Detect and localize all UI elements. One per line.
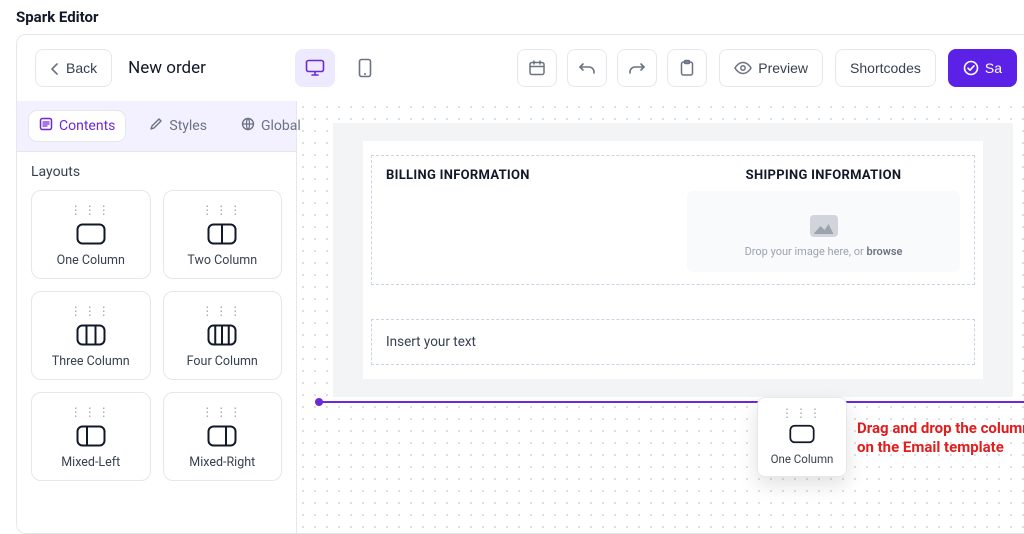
styles-icon bbox=[149, 117, 163, 135]
drop-indicator-line bbox=[317, 401, 1024, 403]
billing-column[interactable]: BILLING INFORMATION bbox=[372, 156, 673, 284]
preview-label: Preview bbox=[758, 60, 808, 76]
tab-styles[interactable]: Styles bbox=[139, 111, 217, 141]
tab-global-label: Global bbox=[261, 118, 301, 134]
editor-card: Back New order bbox=[16, 34, 1024, 534]
layout-label: Four Column bbox=[172, 354, 274, 369]
shortcodes-label: Shortcodes bbox=[850, 60, 921, 76]
calendar-icon bbox=[528, 59, 546, 77]
save-button[interactable]: Sa bbox=[948, 49, 1017, 87]
back-label: Back bbox=[66, 60, 97, 76]
sidebar-body: Layouts ⋮⋮⋮ One Column ⋮⋮⋮ bbox=[17, 152, 296, 533]
workspace: Contents Styles Global Layouts bbox=[17, 101, 1024, 533]
mobile-view-button[interactable] bbox=[345, 49, 385, 87]
device-switch bbox=[295, 49, 385, 87]
check-circle-icon bbox=[963, 60, 979, 76]
layout-mixed-right[interactable]: ⋮⋮⋮ Mixed-Right bbox=[163, 392, 283, 481]
shortcodes-button[interactable]: Shortcodes bbox=[835, 49, 936, 87]
layout-grid: ⋮⋮⋮ One Column ⋮⋮⋮ Two Column bbox=[31, 190, 282, 481]
grip-icon: ⋮⋮⋮ bbox=[172, 405, 274, 419]
clipboard-icon bbox=[679, 59, 695, 77]
desktop-icon bbox=[305, 59, 325, 77]
billing-heading: BILLING INFORMATION bbox=[386, 168, 659, 183]
preview-button[interactable]: Preview bbox=[719, 49, 823, 87]
sidebar: Contents Styles Global Layouts bbox=[17, 101, 297, 533]
redo-icon bbox=[628, 61, 646, 75]
layout-one-column[interactable]: ⋮⋮⋮ One Column bbox=[31, 190, 151, 279]
layout-label: Three Column bbox=[40, 354, 142, 369]
clipboard-button[interactable] bbox=[667, 49, 707, 87]
two-column-icon bbox=[207, 223, 237, 245]
layouts-heading: Layouts bbox=[31, 164, 282, 180]
image-drop-text: Drop your image here, or browse bbox=[697, 245, 950, 258]
image-dropzone[interactable]: Drop your image here, or browse bbox=[687, 191, 960, 272]
mobile-icon bbox=[358, 58, 372, 78]
image-placeholder-icon bbox=[810, 215, 838, 237]
tab-contents-label: Contents bbox=[59, 118, 115, 134]
redo-button[interactable] bbox=[617, 49, 657, 87]
email-template[interactable]: BILLING INFORMATION SHIPPING INFORMATION… bbox=[363, 141, 983, 379]
layout-label: One Column bbox=[40, 253, 142, 268]
drag-ghost-label: One Column bbox=[770, 452, 834, 466]
grip-icon: ⋮⋮⋮ bbox=[770, 406, 834, 420]
layout-four-column[interactable]: ⋮⋮⋮ Four Column bbox=[163, 291, 283, 380]
one-column-icon bbox=[789, 424, 815, 444]
mixed-left-icon bbox=[76, 425, 106, 447]
four-column-icon bbox=[207, 324, 237, 346]
canvas[interactable]: BILLING INFORMATION SHIPPING INFORMATION… bbox=[297, 101, 1024, 533]
toolbar: Back New order bbox=[17, 35, 1024, 101]
sidebar-tabs: Contents Styles Global bbox=[17, 101, 296, 152]
info-row[interactable]: BILLING INFORMATION SHIPPING INFORMATION… bbox=[371, 155, 975, 285]
text-block[interactable]: Insert your text bbox=[372, 320, 974, 364]
chevron-left-icon bbox=[50, 63, 60, 75]
grip-icon: ⋮⋮⋮ bbox=[40, 405, 142, 419]
one-column-icon bbox=[76, 223, 106, 245]
grip-icon: ⋮⋮⋮ bbox=[40, 203, 142, 217]
undo-button[interactable] bbox=[567, 49, 607, 87]
app-title: Spark Editor bbox=[0, 0, 1024, 30]
back-button[interactable]: Back bbox=[35, 49, 112, 87]
layout-two-column[interactable]: ⋮⋮⋮ Two Column bbox=[163, 190, 283, 279]
page-title: New order bbox=[128, 58, 206, 78]
shipping-column[interactable]: SHIPPING INFORMATION Drop your image her… bbox=[673, 156, 974, 284]
save-label: Sa bbox=[985, 60, 1002, 76]
layout-three-column[interactable]: ⋮⋮⋮ Three Column bbox=[31, 291, 151, 380]
tab-styles-label: Styles bbox=[169, 118, 207, 134]
desktop-view-button[interactable] bbox=[295, 49, 335, 87]
shipping-heading: SHIPPING INFORMATION bbox=[687, 168, 960, 183]
eye-icon bbox=[734, 61, 752, 75]
drag-ghost: ⋮⋮⋮ One Column bbox=[757, 397, 847, 477]
contents-icon bbox=[39, 117, 53, 135]
history-group bbox=[517, 49, 707, 87]
grip-icon: ⋮⋮⋮ bbox=[172, 304, 274, 318]
tab-contents[interactable]: Contents bbox=[29, 111, 125, 141]
instruction-text: Drag and drop the column on the Email te… bbox=[857, 419, 1024, 457]
three-column-icon bbox=[76, 324, 106, 346]
undo-icon bbox=[578, 61, 596, 75]
grip-icon: ⋮⋮⋮ bbox=[172, 203, 274, 217]
mixed-right-icon bbox=[207, 425, 237, 447]
browse-link[interactable]: browse bbox=[867, 245, 903, 258]
layout-label: Mixed-Right bbox=[172, 455, 274, 470]
calendar-button[interactable] bbox=[517, 49, 557, 87]
layout-label: Two Column bbox=[172, 253, 274, 268]
globe-icon bbox=[241, 117, 255, 135]
layout-mixed-left[interactable]: ⋮⋮⋮ Mixed-Left bbox=[31, 392, 151, 481]
text-row[interactable]: Insert your text bbox=[371, 319, 975, 365]
grip-icon: ⋮⋮⋮ bbox=[40, 304, 142, 318]
email-outer: BILLING INFORMATION SHIPPING INFORMATION… bbox=[333, 123, 1013, 397]
layout-label: Mixed-Left bbox=[40, 455, 142, 470]
